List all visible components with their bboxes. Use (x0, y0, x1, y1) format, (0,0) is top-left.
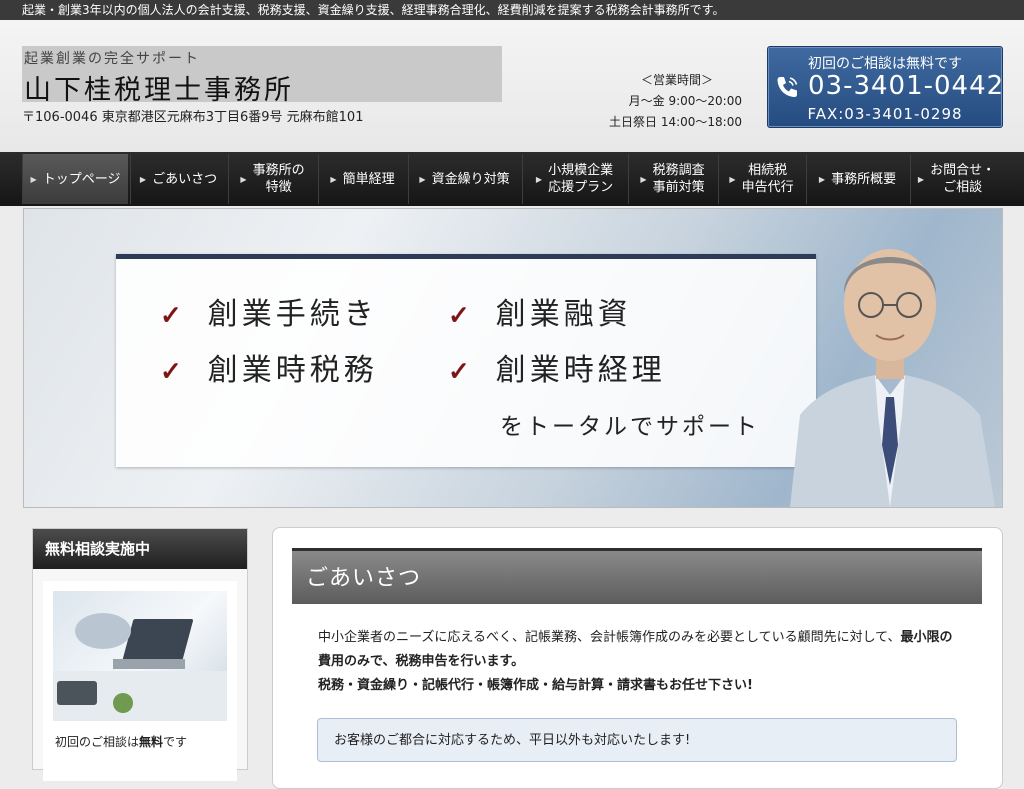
nav-item-label: トップページ (42, 171, 121, 187)
nav-item-label: 相続税 申告代行 (741, 163, 794, 195)
hero-banner: ✓ 創業手続き ✓ 創業融資 ✓ 創業時税務 ✓ 創業時経理 をトータルでサポート (23, 208, 1003, 508)
nav-item-greeting[interactable]: ▶ ごあいさつ (130, 154, 226, 204)
nav-item-label: 事務所概要 (831, 171, 897, 187)
check-icon: ✓ (160, 301, 186, 331)
nav-arrow-icon: ▶ (30, 174, 37, 184)
nav-item-small-business-plan[interactable]: ▶ 小規模企業 応援プラン (522, 154, 626, 204)
check-icon: ✓ (448, 357, 474, 387)
nav-arrow-icon: ▶ (139, 174, 147, 184)
nav-arrow-icon: ▶ (240, 174, 247, 184)
sidebar-heading: 無料相談実施中 (33, 529, 247, 569)
hero-item: ✓ 創業融資 (448, 297, 632, 332)
weekend-notice: お客様のご都合に対応するため、平日以外も対応いたします! (317, 718, 957, 762)
nav-item-contact[interactable]: ▶ お問合せ・ ご相談 (910, 154, 1002, 204)
hero-item: ✓ 創業手続き (160, 297, 378, 332)
logo-tagline: 起業創業の完全サポート (24, 51, 200, 67)
greeting-paragraph-2: 税務・資金繰り・記帳代行・帳簿作成・給与計算・請求書もお任せ下さい! (318, 678, 753, 693)
check-icon: ✓ (160, 357, 186, 387)
nav-item-label: 税務調査 事前対策 (652, 163, 705, 195)
nav-item-easy-accounting[interactable]: ▶ 簡単経理 (318, 154, 406, 204)
nav-item-cashflow[interactable]: ▶ 資金繰り対策 (408, 154, 520, 204)
nav-item-label: ごあいさつ (152, 171, 218, 187)
hours-weekday: 月～金 9:00～20:00 (628, 94, 742, 108)
top-info-bar: 起業・創業3年以内の個人法人の会計支援、税務支援、資金繰り支援、経理事務合理化、… (0, 0, 1024, 20)
site-logo[interactable]: 起業創業の完全サポート 山下桂税理士事務所 (22, 46, 502, 106)
nav-item-office-overview[interactable]: ▶ 事務所概要 (806, 154, 908, 204)
global-nav: ▶ トップページ ▶ ごあいさつ ▶ 事務所の 特徴 ▶ 簡単経理 ▶ 資金繰り対… (0, 152, 1024, 206)
nav-item-inheritance-tax[interactable]: ▶ 相続税 申告代行 (718, 154, 804, 204)
phone-lead-text: 初回のご相談は無料です (808, 56, 962, 72)
nav-item-top[interactable]: ▶ トップページ (22, 154, 128, 204)
logo-office-name: 山下桂税理士事務所 (24, 75, 294, 106)
hours-title: ＜営業時間＞ (640, 73, 713, 87)
hero-subtitle: をトータルでサポート (500, 414, 760, 440)
nav-arrow-icon: ▶ (535, 174, 543, 184)
sidebar-free-text: 初回のご相談は無料です (55, 735, 188, 749)
business-hours: ＜営業時間＞ 月～金 9:00～20:00 土日祭日 14:00～18:00 (588, 70, 742, 133)
nav-item-label: 簡単経理 (342, 171, 395, 187)
nav-item-tax-audit[interactable]: ▶ 税務調査 事前対策 (628, 154, 716, 204)
nav-item-label: 事務所の 特徴 (252, 163, 305, 195)
nav-item-features[interactable]: ▶ 事務所の 特徴 (228, 154, 316, 204)
sidebar-consultation: 無料相談実施中 初回のご相談は無料です (32, 528, 248, 781)
main-content: ごあいさつ 中小企業者のニーズに応えるべく、記帳業務、会計帳簿作成のみを必要とし… (272, 527, 1003, 789)
phone-number: 03-3401-0442 (808, 71, 1005, 101)
hero-item: ✓ 創業時経理 (448, 353, 666, 388)
hours-weekend: 土日祭日 14:00～18:00 (609, 115, 742, 129)
nav-arrow-icon: ▶ (419, 174, 426, 184)
fax-number: FAX:03-3401-0298 (807, 105, 963, 123)
nav-arrow-icon: ▶ (640, 174, 647, 184)
greeting-paragraph-1a: 中小企業者のニーズに応えるべく、記帳業務、会計帳簿作成のみを必要としている顧問先… (318, 630, 901, 645)
phone-contact-box[interactable]: 初回のご相談は無料です 03-3401-0442 FAX:03-3401-029… (767, 46, 1003, 128)
nav-arrow-icon: ▶ (729, 174, 736, 184)
section-title-greeting: ごあいさつ (292, 548, 982, 604)
top-info-text: 起業・創業3年以内の個人法人の会計支援、税務支援、資金繰り支援、経理事務合理化、… (22, 3, 725, 17)
hero-card: ✓ 創業手続き ✓ 創業融資 ✓ 創業時税務 ✓ 創業時経理 をトータルでサポート (116, 254, 816, 467)
tax-accountant-photo (790, 249, 995, 507)
sidebar-card[interactable]: 初回のご相談は無料です (43, 581, 237, 781)
nav-item-label: 資金繰り対策 (431, 171, 510, 187)
hero-item: ✓ 創業時税務 (160, 353, 378, 388)
site-header: 起業創業の完全サポート 山下桂税理士事務所 〒106-0046 東京都港区元麻布… (0, 20, 1024, 152)
nav-arrow-icon: ▶ (917, 174, 925, 184)
phone-icon (777, 77, 798, 97)
check-icon: ✓ (448, 301, 474, 331)
nav-item-label: お問合せ・ ご相談 (930, 163, 996, 195)
nav-arrow-icon: ▶ (330, 174, 337, 184)
office-address: 〒106-0046 東京都港区元麻布3丁目6番9号 元麻布館101 (22, 110, 364, 125)
nav-item-label: 小規模企業 応援プラン (548, 163, 614, 195)
nav-arrow-icon: ▶ (818, 174, 826, 184)
greeting-body: 中小企業者のニーズに応えるべく、記帳業務、会計帳簿作成のみを必要としている顧問先… (318, 626, 958, 698)
office-work-photo (53, 591, 227, 721)
